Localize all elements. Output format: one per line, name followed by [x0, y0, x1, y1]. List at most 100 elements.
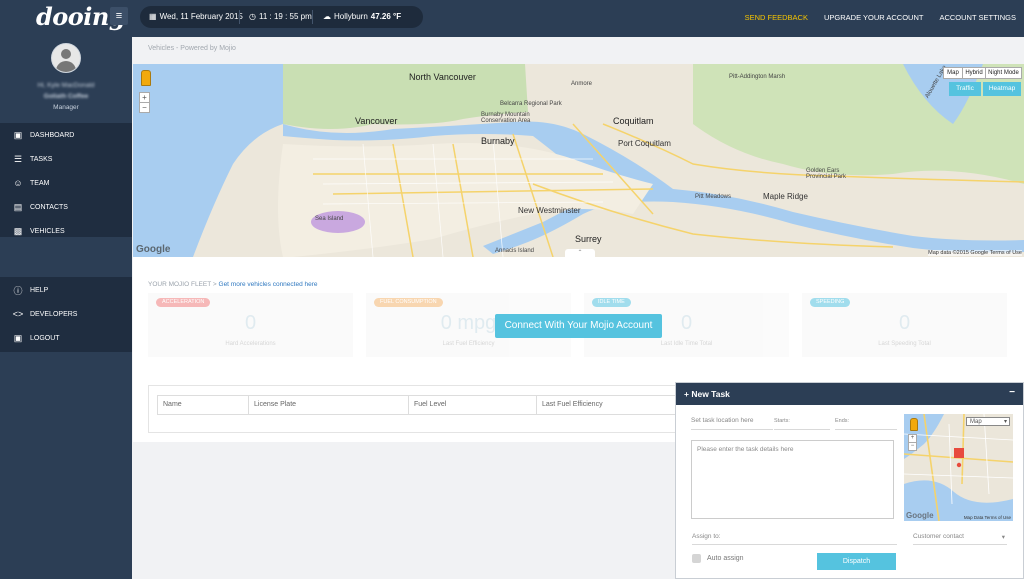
col-last-fuel-efficiency[interactable]: Last Fuel Efficiency [536, 396, 685, 414]
main-nav: ▣ DASHBOARD ☰ TASKS ☺ TEAM ▤ CONTACTS ▩ VEHIC… [0, 123, 132, 237]
customer-contact-value: Customer contact [913, 533, 964, 540]
menu-toggle-button[interactable]: ≡ [110, 7, 128, 25]
nav-label: DEVELOPERS [30, 310, 78, 318]
assign-to-input[interactable]: Assign to: [692, 533, 897, 545]
map-label: Coquitlam [613, 116, 654, 126]
map-collapse-tab[interactable]: ⌃ [565, 249, 595, 257]
heatmap-toggle[interactable]: Heatmap [983, 82, 1021, 96]
fleet-title: YOUR MOJIO FLEET [148, 281, 212, 288]
mini-map-type-select[interactable]: Map ▾ [966, 417, 1010, 426]
upgrade-account-link[interactable]: UPGRADE YOUR ACCOUNT [824, 13, 923, 22]
new-task-panel: + New Task − Set task location here Star… [675, 382, 1024, 579]
stat-caption: Last Idle Time Total [660, 341, 713, 347]
map-label: Maple Ridge [763, 192, 808, 201]
auto-assign-label: Auto assign [707, 555, 744, 562]
stat-caption: Last Fuel Efficiency [442, 341, 495, 347]
table-header: Name License Plate Fuel Level Last Fuel … [157, 395, 685, 415]
map-label: Burnaby [481, 136, 515, 146]
map-label: Sea Island [315, 216, 344, 222]
stat-value: 0 [244, 312, 257, 334]
mini-pegman-icon[interactable] [910, 418, 918, 431]
nav-dashboard[interactable]: ▣ DASHBOARD [0, 125, 132, 145]
nav-help[interactable]: ⓘ HELP [0, 280, 132, 300]
nav-label: TASKS [30, 155, 53, 163]
nav-label: CONTACTS [30, 203, 68, 211]
top-bar: dooing ≡ ▦ Wed, 11 February 2015 ◷ 11 : … [0, 0, 1024, 37]
stat-badge: ACCELERATION [156, 298, 211, 307]
map-canvas [133, 64, 1024, 257]
map-label: Belcarra Regional Park [500, 101, 562, 107]
new-task-header[interactable]: + New Task − [676, 383, 1023, 405]
nav-developers[interactable]: <> DEVELOPERS [0, 304, 132, 324]
traffic-toggle[interactable]: Traffic [949, 82, 981, 96]
user-role: Manager [53, 104, 79, 111]
mini-map-footer[interactable]: Map Data Terms of Use [964, 515, 1011, 520]
account-settings-link[interactable]: ACCOUNT SETTINGS [939, 13, 1016, 22]
get-more-vehicles-link[interactable]: Get more vehicles connected here [219, 281, 318, 288]
task-details-textarea[interactable]: Please enter the task details here [691, 440, 894, 519]
map-label: Vancouver [355, 116, 398, 126]
nav-label: TEAM [30, 179, 50, 187]
nav-team[interactable]: ☺ TEAM [0, 173, 132, 193]
mini-zoom-out-button[interactable]: − [908, 442, 917, 451]
customer-contact-select[interactable]: Customer contact ▾ [913, 533, 1007, 545]
chevron-down-icon: ▾ [1003, 419, 1007, 425]
weather-display: ☁ Hollyburn 47.26 °F [323, 12, 401, 21]
code-icon: <> [12, 309, 24, 319]
task-mini-map[interactable]: + − Map ▾ Google Map Data Terms of Use [904, 414, 1013, 521]
fleet-header: YOUR MOJIO FLEET > Get more vehicles con… [148, 281, 318, 288]
avatar[interactable] [51, 43, 81, 73]
map-label: New Westminster [518, 206, 581, 215]
send-feedback-link[interactable]: SEND FEEDBACK [745, 13, 808, 22]
weather-location: Hollyburn [334, 12, 368, 21]
zoom-out-button[interactable]: − [139, 102, 150, 113]
minimize-icon[interactable]: − [1009, 387, 1015, 398]
map-type-night-button[interactable]: Night Mode [985, 67, 1022, 79]
street-view-pegman-icon[interactable] [141, 70, 151, 86]
connect-mojio-button[interactable]: Connect With Your Mojio Account [495, 314, 662, 338]
auto-assign-checkbox[interactable] [692, 554, 701, 563]
map-label: Pitt Meadows [695, 194, 732, 200]
list-icon: ☰ [13, 153, 23, 164]
end-date-input[interactable]: Ends: [835, 418, 897, 430]
nav-contacts[interactable]: ▤ CONTACTS [0, 197, 132, 217]
map-type-hybrid-button[interactable]: Hybrid [962, 67, 986, 79]
stat-card-acceleration: ACCELERATION 0 Hard Accelerations [148, 293, 353, 357]
vehicles-map[interactable]: North Vancouver Vancouver Burnaby Coquit… [133, 64, 1024, 257]
start-date-input[interactable]: Starts: [774, 418, 830, 430]
col-name[interactable]: Name [158, 396, 248, 414]
user-company: Goliath Coffee [43, 93, 89, 100]
nav-label: DASHBOARD [30, 131, 75, 139]
team-icon: ☺ [13, 178, 23, 188]
map-label: Golden Ears Provincial Park [806, 168, 847, 180]
task-location-input[interactable]: Set task location here [691, 417, 773, 430]
date-display: ▦ Wed, 11 February 2015 [149, 12, 243, 21]
lock-icon: ▣ [13, 332, 23, 343]
breadcrumb: Vehicles - Powered by Mojio [148, 45, 236, 52]
new-task-title: + New Task [684, 389, 730, 399]
auto-assign-option[interactable]: Auto assign [692, 554, 744, 563]
map-label: Pitt-Addington Marsh [729, 74, 786, 80]
map-label: Anmore [571, 81, 593, 87]
stat-card-speeding: SPEEDING 0 Last Speeding Total [802, 293, 1007, 357]
divider [239, 10, 240, 24]
cloud-icon: ☁ [323, 12, 331, 21]
top-links: SEND FEEDBACK UPGRADE YOUR ACCOUNT ACCOU… [745, 13, 1016, 22]
map-type-map-button[interactable]: Map [943, 67, 963, 79]
map-footer[interactable]: Map data ©2015 Google Terms of Use [928, 250, 1022, 256]
date-text: Wed, 11 February 2015 [159, 12, 243, 21]
help-icon: ⓘ [13, 285, 23, 296]
sidebar: Hi, Kyle MacDonald Goliath Coffee Manage… [0, 37, 132, 579]
nav-tasks[interactable]: ☰ TASKS [0, 149, 132, 169]
nav-label: HELP [30, 286, 49, 294]
nav-logout[interactable]: ▣ LOGOUT [0, 328, 132, 348]
nav-label: VEHICLES [30, 227, 65, 235]
dispatch-button[interactable]: Dispatch [817, 553, 896, 570]
col-license-plate[interactable]: License Plate [248, 396, 409, 414]
col-fuel-level[interactable]: Fuel Level [408, 396, 537, 414]
map-label: Burnaby Mountain Conservation Area [481, 112, 531, 124]
chevron-down-icon: ▾ [1001, 534, 1005, 541]
nav-vehicles[interactable]: ▩ VEHICLES [0, 221, 132, 241]
stat-badge: IDLE TIME [592, 298, 631, 307]
mini-map-canvas [904, 414, 1013, 521]
